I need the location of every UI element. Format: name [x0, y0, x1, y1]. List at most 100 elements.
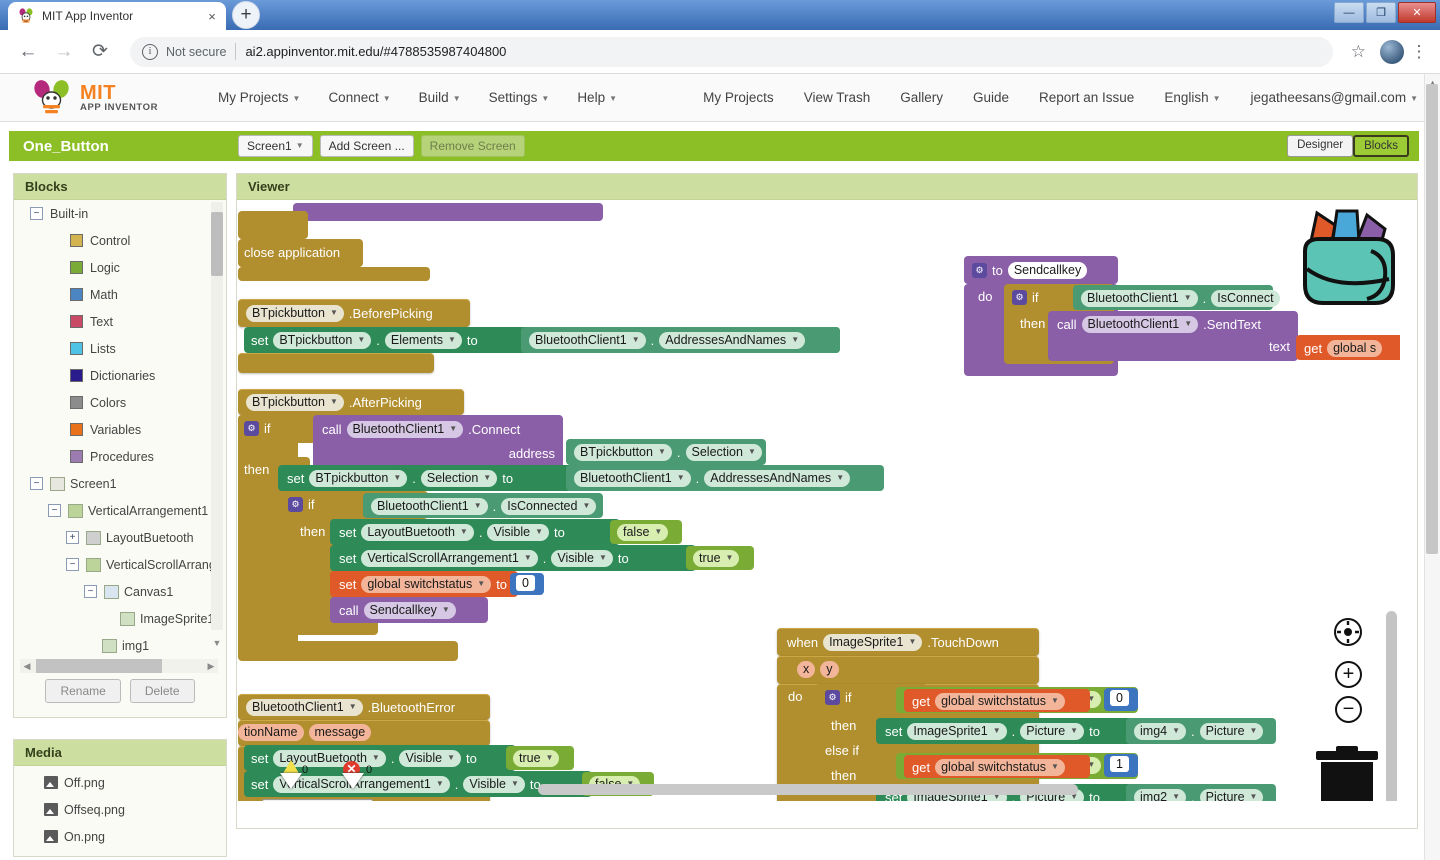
collapse-toggle-icon[interactable]: − — [48, 504, 61, 517]
blocks-workspace[interactable]: close application BTpickbutton▼ .BeforeP… — [238, 201, 1400, 801]
collapse-toggle-icon[interactable]: − — [30, 207, 43, 220]
palette-item-math[interactable]: Math — [14, 281, 226, 308]
mutator-gear-icon[interactable]: ⚙ — [972, 263, 987, 278]
number-1-field[interactable]: 1 — [1110, 756, 1129, 772]
link-my-projects[interactable]: My Projects — [703, 90, 774, 105]
set-picture-img4-component-dropdown[interactable]: ImageSprite1▼ — [907, 723, 1006, 740]
logic-false-dropdown[interactable]: false▼ — [617, 524, 668, 541]
palette-item-lists[interactable]: Lists — [14, 335, 226, 362]
param-message[interactable]: message — [309, 724, 372, 741]
beforepicking-component-dropdown[interactable]: BTpickbutton▼ — [246, 305, 344, 322]
set-layout-component-dropdown[interactable]: LayoutBuetooth▼ — [361, 524, 474, 541]
get-img4-property-dropdown[interactable]: Picture▼ — [1200, 723, 1264, 740]
get-global-s-dropdown[interactable]: global s — [1327, 340, 1382, 357]
menu-my-projects[interactable]: My Projects▼ — [218, 90, 300, 105]
block-set-verticalscroll-visible[interactable]: set VerticalScrollArrangement1▼ . Visibl… — [330, 545, 696, 571]
tree-horizontal-scrollbar-thumb[interactable] — [36, 659, 162, 673]
new-tab-button[interactable]: + — [232, 1, 260, 29]
block-call-sendtext[interactable]: call BluetoothClient1▼ .SendText text — [1048, 311, 1298, 361]
link-view-trash[interactable]: View Trash — [804, 90, 871, 105]
menu-settings[interactable]: Settings▼ — [489, 90, 550, 105]
media-item-off[interactable]: Off.png — [14, 769, 226, 796]
block-get-isconnect[interactable]: BluetoothClient1▼ . IsConnect — [1073, 285, 1273, 310]
get-switchstatus-1-dropdown[interactable]: global switchstatus▼ — [935, 759, 1065, 776]
rename-button[interactable]: Rename — [45, 679, 120, 703]
block-close-application-bottom[interactable] — [238, 267, 430, 281]
block-afterpicking-bottom[interactable] — [238, 641, 458, 661]
palette-item-control[interactable]: Control — [14, 227, 226, 254]
block-get-bluetoothclient1-addressesandnames-2[interactable]: BluetoothClient1▼ . AddressesAndNames▼ — [566, 465, 884, 491]
add-screen-button[interactable]: Add Screen ... — [320, 135, 414, 157]
blocks-toggle-button[interactable]: Blocks — [1353, 135, 1409, 157]
get-isconnect-component-dropdown[interactable]: BluetoothClient1▼ — [1081, 290, 1198, 307]
get-img2-component-dropdown[interactable]: img2▼ — [1134, 789, 1186, 801]
mutator-gear-icon[interactable]: ⚙ — [825, 690, 840, 705]
global-variable-dropdown[interactable]: global switchstatus▼ — [361, 576, 491, 593]
block-beforepicking-bottom[interactable] — [238, 353, 434, 373]
block-close-application[interactable]: close application — [238, 239, 363, 267]
set-layout-property-dropdown[interactable]: Visible▼ — [487, 524, 549, 541]
block-partial-procedure-top[interactable] — [293, 203, 603, 221]
palette-item-logic[interactable]: Logic — [14, 254, 226, 281]
set-vscroll-component-dropdown[interactable]: VerticalScrollArrangement1▼ — [361, 550, 537, 567]
palette-item-dictionaries[interactable]: Dictionaries — [14, 362, 226, 389]
block-get-img2-picture[interactable]: img2▼ . Picture▼ — [1126, 784, 1276, 801]
block-logic-true-2[interactable]: true▼ — [506, 746, 574, 770]
param-y[interactable]: y — [820, 661, 838, 678]
block-get-global-s[interactable]: get global s — [1296, 335, 1400, 360]
palette-item-procedures[interactable]: Procedures — [14, 443, 226, 470]
link-gallery[interactable]: Gallery — [900, 90, 943, 105]
delete-button[interactable]: Delete — [130, 679, 195, 703]
window-restore-button[interactable]: ❐ — [1366, 2, 1396, 23]
palette-item-variables[interactable]: Variables — [14, 416, 226, 443]
block-get-global-switchstatus-0[interactable]: get global switchstatus▼ — [904, 689, 1090, 712]
page-vertical-scrollbar-thumb[interactable] — [1426, 84, 1438, 554]
window-minimize-button[interactable]: — — [1334, 2, 1364, 23]
get-isconnected-component-dropdown[interactable]: BluetoothClient1▼ — [371, 498, 488, 515]
palette-item-text[interactable]: Text — [14, 308, 226, 335]
forward-icon[interactable]: → — [48, 36, 80, 68]
get-selection-property-dropdown[interactable]: Selection▼ — [686, 444, 762, 461]
tree-item-screen1[interactable]: − Screen1 — [14, 470, 226, 497]
tree-item-verticalarrangement1[interactable]: − VerticalArrangement1 — [14, 497, 226, 524]
media-item-on[interactable]: On.png — [14, 823, 226, 850]
call-connect-component-dropdown[interactable]: BluetoothClient1▼ — [347, 421, 464, 438]
procedure-name-field[interactable]: Sendcallkey — [1008, 262, 1087, 279]
set-elements-property-dropdown[interactable]: Elements▼ — [385, 332, 462, 349]
screen-select-dropdown[interactable]: Screen1 ▼ — [238, 135, 313, 157]
get-isconnect-property-dropdown[interactable]: IsConnect — [1211, 290, 1279, 307]
collapse-toggle-icon[interactable]: − — [84, 585, 97, 598]
tree-item-verticalscrollarrangement1[interactable]: − VerticalScrollArrang — [14, 551, 226, 578]
block-partial-control-top[interactable] — [238, 211, 308, 239]
tree-scroll-down-arrow[interactable]: ▼ — [211, 638, 223, 650]
block-get-img4-picture[interactable]: img4▼ . Picture▼ — [1126, 718, 1276, 744]
afterpicking-component-dropdown[interactable]: BTpickbutton▼ — [246, 394, 344, 411]
site-info-icon[interactable]: i — [142, 44, 158, 60]
reload-icon[interactable]: ⟳ — [84, 36, 116, 68]
set-vscroll-false-property-dropdown[interactable]: Visible▼ — [463, 776, 525, 793]
mutator-gear-icon[interactable]: ⚙ — [288, 497, 303, 512]
call-sendtext-component-dropdown[interactable]: BluetoothClient1▼ — [1082, 316, 1199, 333]
bluetootherror-component-dropdown[interactable]: BluetoothClient1▼ — [246, 699, 363, 716]
account-email[interactable]: jegatheesans@gmail.com▼ — [1251, 90, 1418, 105]
tab-close-icon[interactable]: × — [204, 9, 220, 24]
designer-toggle-button[interactable]: Designer — [1287, 135, 1353, 157]
set-elements-component-dropdown[interactable]: BTpickbutton▼ — [273, 332, 371, 349]
workspace-vertical-scrollbar[interactable] — [1386, 611, 1397, 801]
block-get-bluetoothclient1-addressesandnames[interactable]: BluetoothClient1▼ . AddressesAndNames▼ — [521, 327, 840, 353]
block-bluetootherror-params[interactable]: tionName message — [238, 720, 490, 746]
block-call-bluetoothclient1-connect[interactable]: call BluetoothClient1▼ .Connect address — [313, 415, 563, 471]
media-item-offseq[interactable]: Offseq.png — [14, 796, 226, 823]
address-bar[interactable]: i Not secure ai2.appinventor.mit.edu/#47… — [130, 37, 1333, 67]
trash-can-icon[interactable] — [1316, 746, 1378, 801]
number-0-field[interactable]: 0 — [1110, 690, 1129, 706]
number-zero-field[interactable]: 0 — [516, 575, 535, 591]
browser-tab[interactable]: MIT App Inventor × — [8, 2, 226, 30]
get-isconnected-property-dropdown[interactable]: IsConnected▼ — [501, 498, 596, 515]
block-number-1[interactable]: 1 — [1104, 754, 1138, 777]
language-selector[interactable]: English▼ — [1164, 90, 1220, 105]
app-inventor-logo[interactable]: MIT APP INVENTOR — [30, 80, 190, 116]
zoom-out-button[interactable]: − — [1335, 696, 1362, 723]
window-close-button[interactable]: ✕ — [1398, 2, 1436, 23]
expand-toggle-icon[interactable]: + — [66, 531, 79, 544]
